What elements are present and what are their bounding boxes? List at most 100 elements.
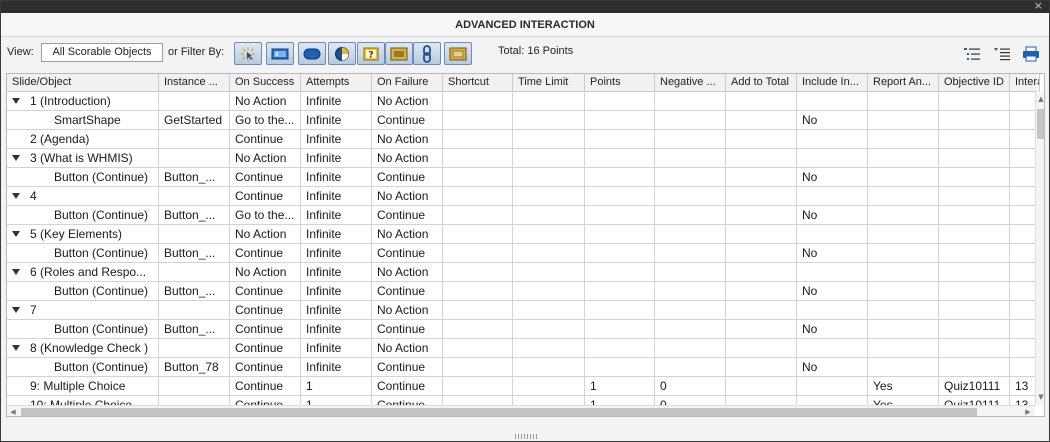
cell-col-time-limit[interactable]: [513, 149, 585, 168]
cell-col-instance[interactable]: [159, 130, 230, 149]
table-row[interactable]: 9: Multiple Choice Continue 1 Continue 1 0 Yes…: [7, 377, 1035, 396]
cell-col-attempts[interactable]: Infinite: [301, 263, 372, 282]
header-col-instance[interactable]: Instance ...: [159, 74, 230, 92]
cell-col-report-answers[interactable]: [868, 111, 939, 130]
filter-rollover-button[interactable]: [328, 42, 356, 65]
cell-col-include-in[interactable]: [797, 92, 868, 111]
header-col-points[interactable]: Points: [585, 74, 655, 92]
cell-col-instance[interactable]: [159, 92, 230, 111]
cell-col-include-in[interactable]: [797, 301, 868, 320]
cell-col-report-answers[interactable]: [868, 130, 939, 149]
cell-col-include-in[interactable]: No: [797, 168, 868, 187]
cell-col-on-failure[interactable]: No Action: [372, 263, 443, 282]
cell-col-add-to-total[interactable]: [726, 149, 797, 168]
cell-col-negative[interactable]: [655, 225, 726, 244]
cell-col-negative[interactable]: [655, 282, 726, 301]
cell-col-add-to-total[interactable]: [726, 263, 797, 282]
cell-col-points[interactable]: [585, 263, 655, 282]
cell-col-add-to-total[interactable]: [726, 92, 797, 111]
expand-triangle-icon[interactable]: [12, 231, 20, 237]
cell-col-attempts[interactable]: Infinite: [301, 301, 372, 320]
cell-col-interaction-id[interactable]: [1010, 187, 1035, 206]
cell-col-shortcut[interactable]: [443, 377, 513, 396]
cell-col-attempts[interactable]: Infinite: [301, 206, 372, 225]
filter-click-box-button[interactable]: [234, 42, 262, 65]
cell-col-add-to-total[interactable]: [726, 225, 797, 244]
cell-col-on-failure[interactable]: No Action: [372, 92, 443, 111]
cell-col-attempts[interactable]: Infinite: [301, 111, 372, 130]
cell-col-instance[interactable]: [159, 225, 230, 244]
cell-col-points[interactable]: [585, 301, 655, 320]
cell-col-shortcut[interactable]: [443, 149, 513, 168]
cell-col-shortcut[interactable]: [443, 339, 513, 358]
cell-col-attempts[interactable]: Infinite: [301, 358, 372, 377]
cell-col-add-to-total[interactable]: [726, 168, 797, 187]
cell-col-interaction-id[interactable]: [1010, 149, 1035, 168]
cell-col-shortcut[interactable]: [443, 396, 513, 405]
cell-col-instance[interactable]: Button_...: [159, 282, 230, 301]
cell-col-instance[interactable]: [159, 396, 230, 405]
cell-col-shortcut[interactable]: [443, 320, 513, 339]
cell-col-include-in[interactable]: [797, 149, 868, 168]
header-col-on-failure[interactable]: On Failure: [372, 74, 443, 92]
cell-col-negative[interactable]: [655, 301, 726, 320]
cell-col-time-limit[interactable]: [513, 206, 585, 225]
cell-col-instance[interactable]: Button_...: [159, 244, 230, 263]
cell-col-shortcut[interactable]: [443, 111, 513, 130]
cell-col-time-limit[interactable]: [513, 92, 585, 111]
cell-col-instance[interactable]: [159, 149, 230, 168]
cell-col-objective-id[interactable]: [939, 206, 1010, 225]
cell-col-report-answers[interactable]: [868, 187, 939, 206]
cell-col-on-failure[interactable]: Continue: [372, 206, 443, 225]
cell-col-attempts[interactable]: Infinite: [301, 225, 372, 244]
cell-col-objective-id[interactable]: [939, 187, 1010, 206]
cell-col-report-answers[interactable]: [868, 244, 939, 263]
filter-smartshape-button[interactable]: [385, 42, 413, 65]
cell-col-on-failure[interactable]: No Action: [372, 187, 443, 206]
cell-col-points[interactable]: [585, 225, 655, 244]
cell-col-on-failure[interactable]: Continue: [372, 358, 443, 377]
expand-triangle-icon[interactable]: [12, 98, 20, 104]
cell-col-points[interactable]: [585, 339, 655, 358]
filter-hyperlink-button[interactable]: [413, 42, 441, 65]
cell-col-objective-id[interactable]: [939, 92, 1010, 111]
cell-col-interaction-id[interactable]: [1010, 320, 1035, 339]
cell-col-time-limit[interactable]: [513, 320, 585, 339]
cell-col-objective-id[interactable]: [939, 339, 1010, 358]
vertical-scrollbar[interactable]: ▲ ▼: [1035, 92, 1044, 405]
cell-col-points[interactable]: 1: [585, 396, 655, 405]
cell-col-attempts[interactable]: 1: [301, 396, 372, 405]
horizontal-scroll-thumb[interactable]: [21, 408, 977, 416]
cell-col-attempts[interactable]: Infinite: [301, 244, 372, 263]
cell-col-add-to-total[interactable]: [726, 206, 797, 225]
cell-col-attempts[interactable]: Infinite: [301, 320, 372, 339]
cell-col-negative[interactable]: 0: [655, 396, 726, 405]
print-button[interactable]: [1021, 45, 1041, 63]
cell-col-on-success[interactable]: Continue: [230, 244, 301, 263]
cell-col-negative[interactable]: [655, 111, 726, 130]
cell-col-objective-id[interactable]: [939, 320, 1010, 339]
cell-col-shortcut[interactable]: [443, 263, 513, 282]
cell-col-points[interactable]: [585, 111, 655, 130]
cell-col-interaction-id[interactable]: [1010, 358, 1035, 377]
table-row[interactable]: 10: Multiple Choice Continue 1 Continue 1 0 Ye…: [7, 396, 1035, 405]
cell-col-objective-id[interactable]: [939, 301, 1010, 320]
cell-col-points[interactable]: [585, 168, 655, 187]
cell-col-attempts[interactable]: Infinite: [301, 187, 372, 206]
cell-col-negative[interactable]: [655, 320, 726, 339]
table-row[interactable]: Button (Continue) Button_... Go to the... I…: [7, 206, 1035, 225]
cell-col-on-success[interactable]: No Action: [230, 149, 301, 168]
cell-col-negative[interactable]: [655, 187, 726, 206]
cell-col-shortcut[interactable]: [443, 225, 513, 244]
expand-triangle-icon[interactable]: [12, 345, 20, 351]
cell-col-time-limit[interactable]: [513, 187, 585, 206]
header-col-interaction-id[interactable]: Intera: [1010, 74, 1040, 92]
cell-col-points[interactable]: [585, 149, 655, 168]
cell-col-report-answers[interactable]: [868, 358, 939, 377]
cell-col-instance[interactable]: GetStarted: [159, 111, 230, 130]
table-row[interactable]: Button (Continue) Button_... Continue Infin…: [7, 168, 1035, 187]
cell-col-report-answers[interactable]: Yes: [868, 377, 939, 396]
filter-question-button[interactable]: ?: [357, 42, 385, 65]
cell-col-on-success[interactable]: No Action: [230, 225, 301, 244]
cell-col-objective-id[interactable]: [939, 358, 1010, 377]
